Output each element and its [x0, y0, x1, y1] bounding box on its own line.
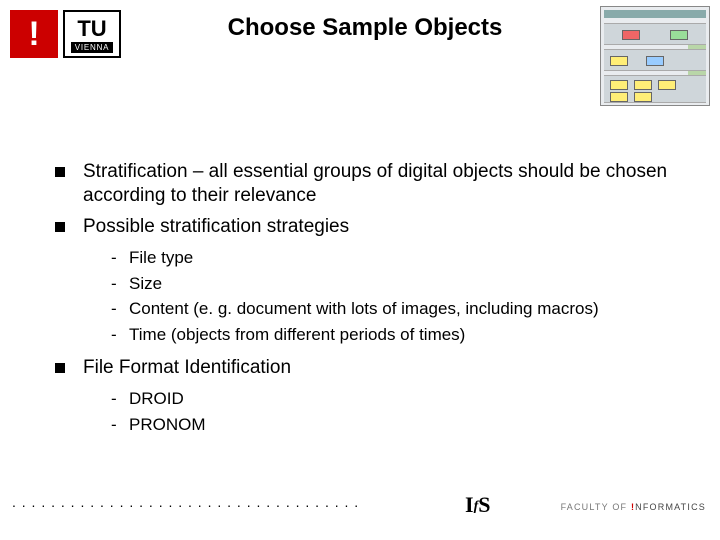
slide-root: ! TU VIENNA Choose Sample Objects Strati…	[0, 0, 720, 540]
sub-bullet: Time (objects from different periods of …	[111, 324, 680, 346]
logo-vienna-text: VIENNA	[71, 42, 114, 53]
ifs-i: I	[465, 492, 474, 517]
logo-exclamation: !	[10, 10, 58, 58]
bullet-list-level2: File type Size Content (e. g. document w…	[111, 247, 680, 346]
sub-text: File type	[129, 248, 193, 267]
logo-tu-text: TU	[77, 16, 106, 40]
bullet-text: Possible stratification strategies	[83, 216, 349, 237]
footer-dots: . . . . . . . . . . . . . . . . . . . . …	[12, 494, 357, 510]
faculty-pre: FACULTY OF	[561, 502, 631, 512]
slide-body: Stratification – all essential groups of…	[55, 160, 680, 446]
faculty-word: NFORMATICS	[635, 502, 706, 512]
footer-faculty-label: FACULTY OF !NFORMATICS	[561, 502, 706, 512]
slide-title: Choose Sample Objects	[150, 14, 580, 42]
bullet-list-level1: Stratification – all essential groups of…	[55, 160, 680, 436]
bullet-stratification: Stratification – all essential groups of…	[55, 160, 680, 209]
bullet-strategies: Possible stratification strategies File …	[55, 215, 680, 346]
sub-bullet: DROID	[111, 388, 680, 410]
sub-text: Content (e. g. document with lots of ima…	[129, 299, 599, 318]
exclamation-mark-icon: !	[28, 15, 39, 54]
footer-ifs-logo: IfS	[465, 492, 490, 518]
sub-bullet: PRONOM	[111, 414, 680, 436]
bullet-file-format: File Format Identification DROID PRONOM	[55, 356, 680, 436]
ifs-s: S	[478, 492, 490, 517]
sub-text: Size	[129, 274, 162, 293]
sub-bullet: File type	[111, 247, 680, 269]
corner-diagram-thumbnail	[600, 6, 710, 106]
bullet-list-level2: DROID PRONOM	[111, 388, 680, 436]
sub-text: Time (objects from different periods of …	[129, 325, 465, 344]
logo-tu-vienna: TU VIENNA	[63, 10, 121, 58]
bullet-text: File Format Identification	[83, 357, 291, 378]
sub-text: DROID	[129, 389, 184, 408]
sub-text: PRONOM	[129, 415, 206, 434]
sub-bullet: Content (e. g. document with lots of ima…	[111, 298, 680, 320]
sub-bullet: Size	[111, 273, 680, 295]
bullet-text: Stratification – all essential groups of…	[83, 161, 667, 206]
